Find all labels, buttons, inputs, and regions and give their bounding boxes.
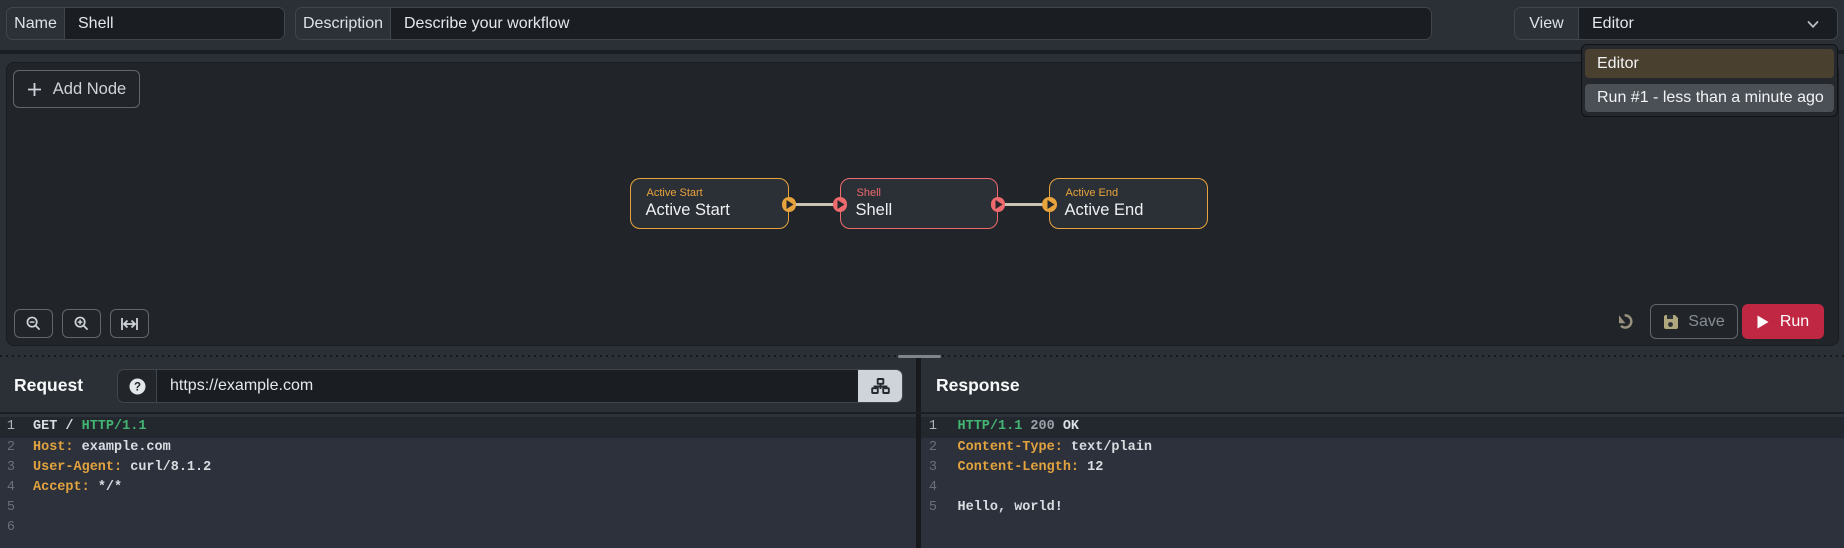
svg-text:?: ? — [133, 381, 140, 393]
